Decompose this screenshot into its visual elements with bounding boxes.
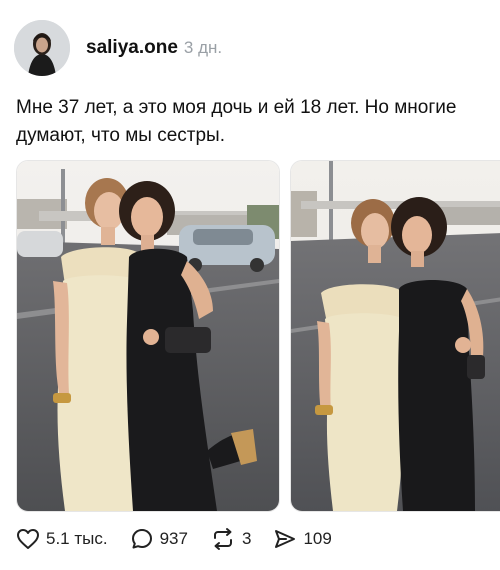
user-line: saliya.one 3 дн. [86, 37, 222, 59]
username[interactable]: saliya.one [86, 37, 178, 59]
comment-button[interactable]: 937 [130, 527, 188, 551]
speech-bubble-icon [130, 527, 154, 551]
post-time: 3 дн. [183, 38, 223, 57]
photo-carousel[interactable] [16, 160, 500, 512]
post-text: Мне 37 лет, а это моя дочь и ей 18 лет. … [16, 97, 457, 146]
post-photo-1[interactable] [16, 160, 280, 512]
share-button[interactable]: 109 [273, 527, 332, 551]
post-header: saliya.one 3 дн. [14, 20, 222, 76]
send-arrow-icon [273, 527, 297, 551]
post-actions: 5.1 тыс. 937 3 109 [16, 527, 354, 551]
repost-arrows-icon [210, 527, 236, 551]
like-button[interactable]: 5.1 тыс. [16, 528, 108, 550]
share-count: 109 [303, 529, 332, 548]
comment-count: 937 [159, 529, 188, 548]
repost-button[interactable]: 3 [210, 527, 251, 551]
post-photo-2[interactable] [290, 160, 500, 512]
heart-icon [16, 528, 40, 550]
avatar[interactable] [14, 20, 70, 76]
like-count: 5.1 тыс. [46, 529, 108, 548]
repost-count: 3 [241, 529, 252, 548]
